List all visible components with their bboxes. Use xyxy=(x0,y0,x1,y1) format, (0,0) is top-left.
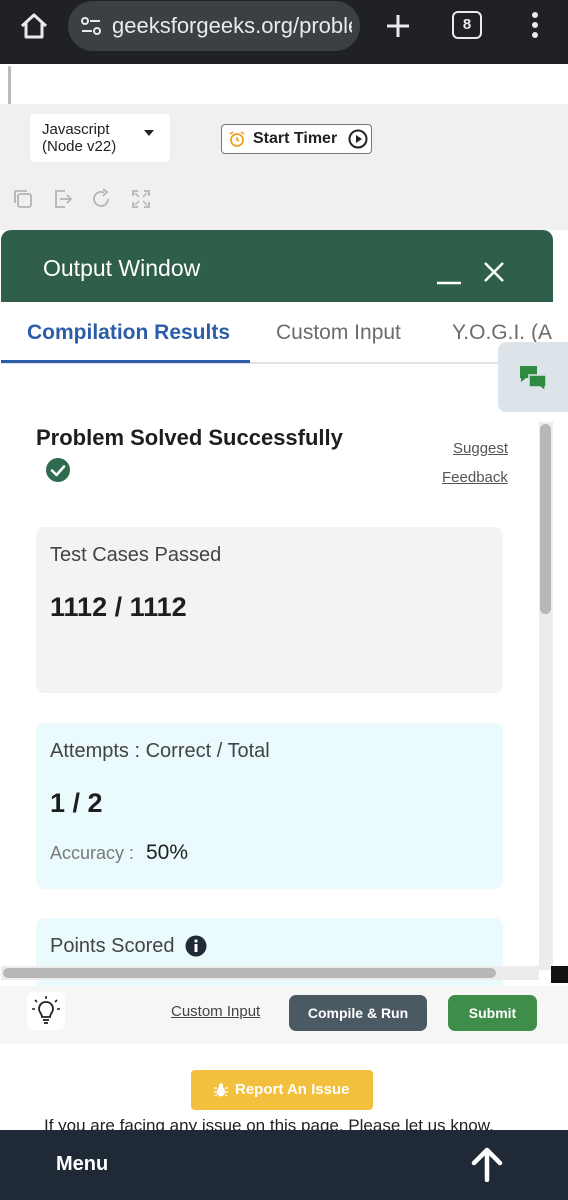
dropdown-arrow-icon xyxy=(144,130,154,136)
report-issue-label: Report An Issue xyxy=(235,1081,350,1098)
start-timer-button[interactable]: Start Timer xyxy=(221,124,372,154)
suggest-link[interactable]: Suggest xyxy=(453,440,508,457)
tab-switcher-button[interactable]: 8 xyxy=(452,11,482,39)
hint-button[interactable] xyxy=(27,992,65,1030)
menu-button[interactable]: Menu xyxy=(56,1152,108,1176)
test-cases-card: Test Cases Passed 1112 / 1112 xyxy=(36,527,503,693)
vertical-scroll-thumb[interactable] xyxy=(540,424,551,614)
feedback-link[interactable]: Feedback xyxy=(442,469,508,486)
copy-icon[interactable] xyxy=(12,188,34,210)
submit-button[interactable]: Submit xyxy=(448,995,537,1031)
custom-input-link[interactable]: Custom Input xyxy=(171,1003,260,1020)
home-icon[interactable] xyxy=(18,10,50,42)
chat-bubbles-icon xyxy=(520,366,547,392)
lightbulb-icon xyxy=(32,996,60,1024)
horizontal-scroll-thumb[interactable] xyxy=(3,968,496,978)
output-window-title: Output Window xyxy=(43,255,201,281)
output-window-header: Output Window xyxy=(1,230,553,302)
url-text[interactable]: geeksforgeeks.org/problems xyxy=(112,12,352,40)
export-icon[interactable] xyxy=(51,188,73,210)
test-cases-label: Test Cases Passed xyxy=(50,544,222,566)
chat-button[interactable] xyxy=(498,342,568,412)
attempts-card: Attempts : Correct / Total 1 / 2 Accurac… xyxy=(36,723,503,889)
fullscreen-icon[interactable] xyxy=(130,188,152,210)
report-issue-button[interactable]: Report An Issue xyxy=(191,1070,373,1110)
accuracy-label: Accuracy : xyxy=(50,843,135,863)
attempts-value: 1 / 2 xyxy=(50,788,103,818)
info-icon[interactable] xyxy=(185,935,207,957)
page-header-strip xyxy=(0,64,568,104)
accuracy-value: 50% xyxy=(146,841,189,864)
new-tab-icon[interactable] xyxy=(382,10,414,42)
bottom-menu-bar: Menu xyxy=(0,1130,568,1200)
output-window: Output Window Compilation Results Custom… xyxy=(1,230,553,986)
points-label: Points Scored xyxy=(50,935,175,957)
scrollbar-corner xyxy=(551,966,568,983)
scroll-to-top-icon[interactable] xyxy=(470,1146,504,1182)
language-label: Javascript (Node v22) xyxy=(42,121,117,155)
browser-toolbar: geeksforgeeks.org/problems 8 xyxy=(0,0,568,64)
site-settings-icon[interactable] xyxy=(80,15,102,37)
bug-icon xyxy=(214,1083,228,1097)
play-icon xyxy=(348,129,368,149)
active-tab-indicator xyxy=(1,360,250,363)
output-tabs: Compilation Results Custom Input Y.O.G.I… xyxy=(1,302,553,364)
minimize-icon[interactable] xyxy=(435,258,463,286)
address-bar[interactable]: geeksforgeeks.org/problems xyxy=(68,1,360,51)
language-select[interactable]: Javascript (Node v22) xyxy=(30,114,170,162)
reset-icon[interactable] xyxy=(90,188,112,210)
alarm-clock-icon xyxy=(229,131,245,147)
success-check-icon xyxy=(46,458,70,482)
attempts-label: Attempts : Correct / Total xyxy=(50,740,270,762)
start-timer-label: Start Timer xyxy=(253,130,338,147)
test-cases-value: 1112 / 1112 xyxy=(50,592,187,622)
result-status: Problem Solved Successfully xyxy=(36,425,343,450)
close-icon[interactable] xyxy=(482,260,506,284)
compile-run-button[interactable]: Compile & Run xyxy=(289,995,427,1031)
tab-compilation-results[interactable]: Compilation Results xyxy=(27,320,230,346)
more-options-icon[interactable] xyxy=(520,8,550,42)
tab-custom-input[interactable]: Custom Input xyxy=(276,320,401,346)
